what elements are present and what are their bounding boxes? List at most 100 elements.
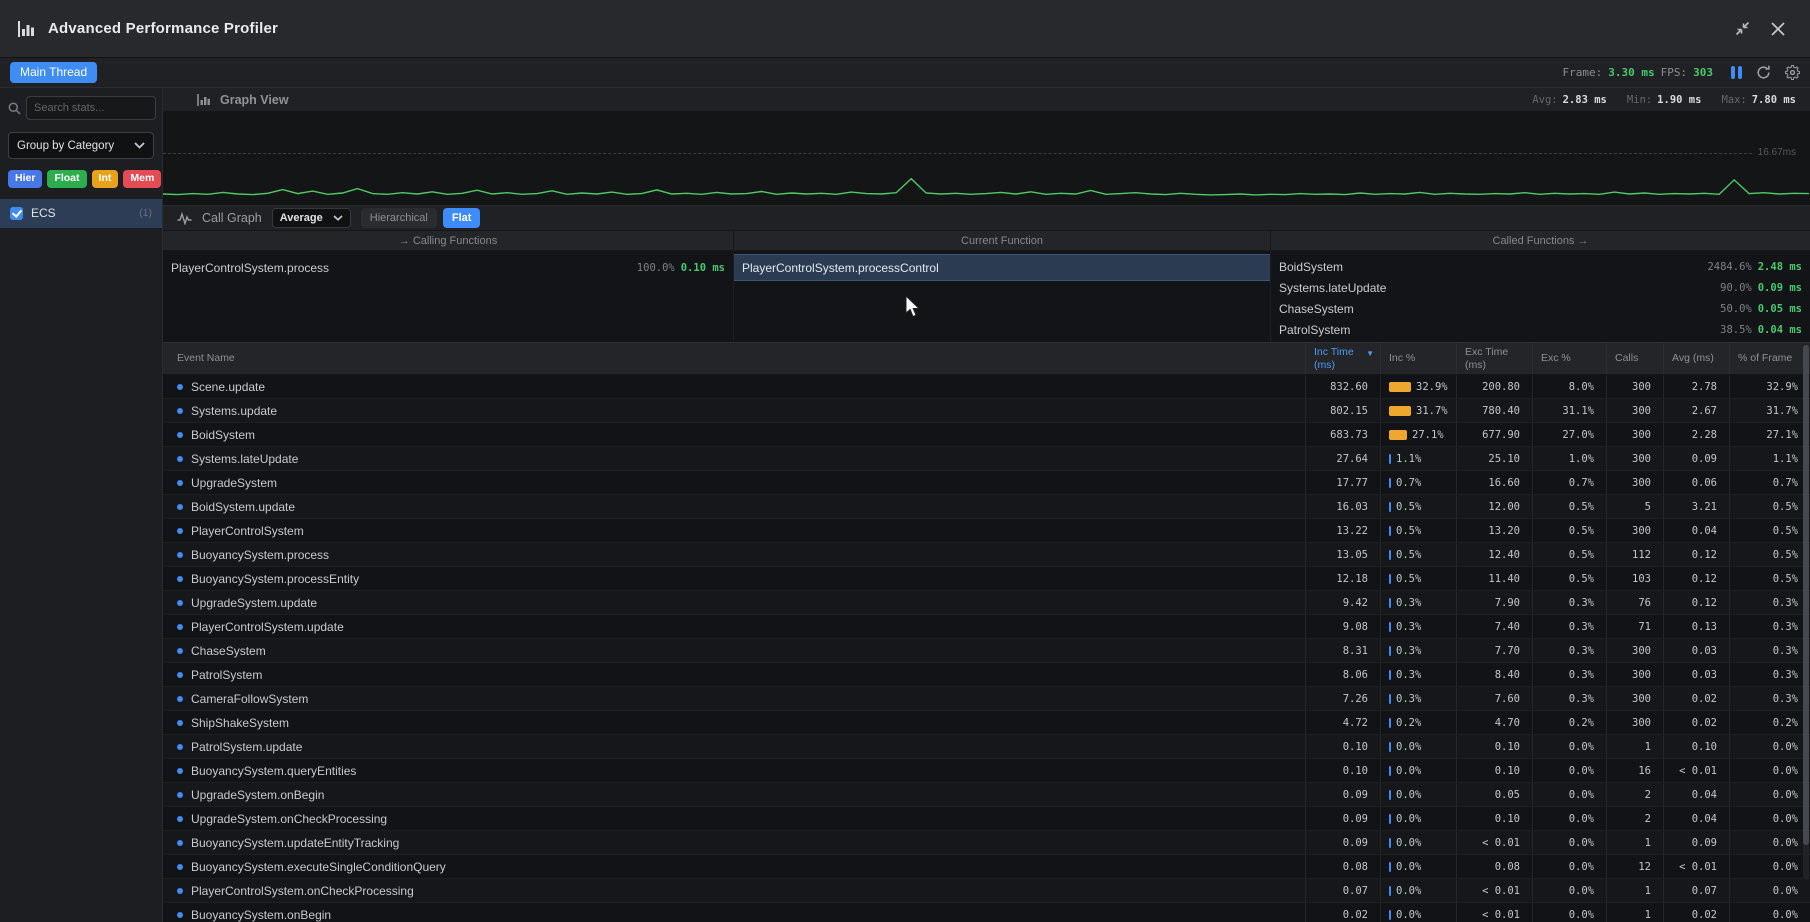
table-row[interactable]: UpgradeSystem.onBegin0.090.0%0.050.0%20.… — [163, 783, 1810, 807]
calling-function-row[interactable]: PlayerControlSystem.process 100.0% 0.10 … — [163, 255, 733, 280]
event-bullet-icon — [177, 672, 183, 678]
flat-button[interactable]: Flat — [443, 208, 481, 228]
inc-pct-bar — [1389, 526, 1391, 536]
table-row[interactable]: BuoyancySystem.processEntity12.180.5%11.… — [163, 567, 1810, 591]
table-row[interactable]: PatrolSystem.update0.100.0%0.100.0%10.10… — [163, 735, 1810, 759]
table-row[interactable]: BuoyancySystem.queryEntities0.100.0%0.10… — [163, 759, 1810, 783]
bar-chart-icon — [18, 20, 36, 38]
table-row[interactable]: PlayerControlSystem.onCheckProcessing0.0… — [163, 879, 1810, 903]
table-row[interactable]: ChaseSystem8.310.3%7.700.3%3000.030.3% — [163, 639, 1810, 663]
filter-chip-float[interactable]: Float — [47, 170, 86, 188]
sidebar-item-ecs[interactable]: ECS (1) — [0, 199, 162, 228]
group-by-select[interactable]: Group by Category — [8, 132, 154, 159]
inc-pct-bar — [1389, 502, 1391, 512]
thread-toolbar: Main Thread Frame: 3.30 ms FPS: 303 — [0, 58, 1810, 88]
current-function-row[interactable]: PlayerControlSystem.processControl — [734, 255, 1270, 280]
ecs-label: ECS — [31, 206, 131, 220]
page-title: Advanced Performance Profiler — [48, 20, 278, 37]
filter-chip-mem[interactable]: Mem — [123, 170, 161, 188]
search-input[interactable] — [26, 96, 156, 120]
calling-functions-list: PlayerControlSystem.process 100.0% 0.10 … — [163, 251, 733, 342]
event-bullet-icon — [177, 528, 183, 534]
event-bullet-icon — [177, 576, 183, 582]
table-row[interactable]: BuoyancySystem.process13.050.5%12.400.5%… — [163, 543, 1810, 567]
collapse-window-icon[interactable] — [1728, 15, 1756, 43]
called-function-row[interactable]: Systems.lateUpdate90.0%0.09 ms — [1271, 278, 1810, 297]
scrollbar-thumb[interactable] — [1803, 345, 1809, 845]
column-header-avg[interactable]: Avg (ms) — [1664, 343, 1730, 374]
table-row[interactable]: UpgradeSystem.onCheckProcessing0.090.0%0… — [163, 807, 1810, 831]
table-row[interactable]: UpgradeSystem.update9.420.3%7.900.3%760.… — [163, 591, 1810, 615]
table-row[interactable]: PlayerControlSystem13.220.5%13.200.5%300… — [163, 519, 1810, 543]
event-bullet-icon — [177, 696, 183, 702]
event-bullet-icon — [177, 816, 183, 822]
chevron-down-icon — [333, 215, 343, 221]
event-bullet-icon — [177, 888, 183, 894]
calling-function-pct: 100.0% — [637, 262, 675, 274]
profiler-window: Advanced Performance Profiler Main Threa… — [0, 0, 1810, 922]
graph-stat: Avg:2.83 ms — [1532, 94, 1607, 106]
event-bullet-icon — [177, 864, 183, 870]
fps-value: 303 — [1693, 66, 1713, 79]
table-row[interactable]: Systems.update802.1531.7%780.4031.1%3002… — [163, 399, 1810, 423]
column-header-inc-pct[interactable]: Inc % — [1381, 343, 1457, 374]
filter-chip-hier[interactable]: Hier — [8, 170, 42, 188]
table-row[interactable]: BuoyancySystem.updateEntityTracking0.090… — [163, 831, 1810, 855]
inc-pct-bar — [1389, 814, 1391, 824]
column-header-event-name[interactable]: Event Name — [163, 343, 1306, 374]
current-function-header: Current Function — [733, 231, 1270, 251]
table-row[interactable]: ShipShakeSystem4.720.2%4.700.2%3000.020.… — [163, 711, 1810, 735]
inc-pct-bar — [1389, 598, 1391, 608]
table-row[interactable]: Scene.update832.6032.9%200.808.0%3002.78… — [163, 375, 1810, 399]
group-by-value: Group by Category — [17, 140, 114, 152]
event-bullet-icon — [177, 720, 183, 726]
inc-pct-bar — [1389, 742, 1391, 752]
event-bullet-icon — [177, 600, 183, 606]
table-body: Scene.update832.6032.9%200.808.0%3002.78… — [163, 375, 1810, 922]
fps-label: FPS: — [1661, 66, 1688, 79]
calling-function-time: 0.10 ms — [681, 262, 725, 274]
column-header-calls[interactable]: Calls — [1607, 343, 1664, 374]
column-header-frame-pct[interactable]: % of Frame — [1730, 343, 1810, 374]
table-row[interactable]: PatrolSystem8.060.3%8.400.3%3000.030.3% — [163, 663, 1810, 687]
column-header-exc-time[interactable]: Exc Time (ms) — [1457, 343, 1533, 374]
mode-value: Average — [280, 212, 323, 224]
table-row[interactable]: BoidSystem683.7327.1%677.9027.0%3002.282… — [163, 423, 1810, 447]
gear-icon[interactable] — [1785, 65, 1800, 80]
call-graph-mode-select[interactable]: Average — [272, 208, 351, 228]
inc-pct-bar — [1389, 862, 1391, 872]
called-function-row[interactable]: BoidSystem2484.6%2.48 ms — [1271, 257, 1810, 276]
event-bullet-icon — [177, 768, 183, 774]
inc-pct-bar — [1389, 694, 1391, 704]
table-row[interactable]: PlayerControlSystem.update9.080.3%7.400.… — [163, 615, 1810, 639]
vertical-scrollbar[interactable] — [1803, 345, 1809, 880]
called-functions-list: BoidSystem2484.6%2.48 ms Systems.lateUpda… — [1270, 251, 1810, 342]
frame-value: 3.30 ms — [1608, 66, 1654, 79]
event-bullet-icon — [177, 648, 183, 654]
column-header-inc-time[interactable]: Inc Time (ms) ▼ — [1306, 343, 1381, 374]
column-header-exc-pct[interactable]: Exc % — [1533, 343, 1607, 374]
called-function-row[interactable]: ChaseSystem50.0%0.05 ms — [1271, 299, 1810, 318]
table-row[interactable]: Systems.lateUpdate27.641.1%25.101.0%3000… — [163, 447, 1810, 471]
pause-icon[interactable] — [1731, 66, 1742, 79]
main-thread-button[interactable]: Main Thread — [10, 62, 97, 83]
inc-pct-bar — [1389, 430, 1407, 440]
called-function-row[interactable]: PatrolSystem38.5%0.04 ms — [1271, 320, 1810, 339]
hierarchical-button[interactable]: Hierarchical — [361, 208, 437, 228]
event-bullet-icon — [177, 912, 183, 918]
table-row[interactable]: BuoyancySystem.onBegin0.020.0%< 0.010.0%… — [163, 903, 1810, 922]
table-row[interactable]: BoidSystem.update16.030.5%12.000.5%53.21… — [163, 495, 1810, 519]
event-bullet-icon — [177, 840, 183, 846]
refresh-icon[interactable] — [1756, 65, 1771, 80]
inc-pct-bar — [1389, 670, 1391, 680]
graph-stats: Avg:2.83 msMin:1.90 msMax:7.80 ms — [1532, 94, 1796, 106]
inc-pct-bar — [1389, 574, 1391, 584]
table-row[interactable]: CameraFollowSystem7.260.3%7.600.3%3000.0… — [163, 687, 1810, 711]
filter-chip-int[interactable]: Int — [92, 170, 119, 188]
frame-time-graph[interactable]: 16.67ms — [163, 112, 1810, 205]
table-row[interactable]: UpgradeSystem17.770.7%16.600.7%3000.060.… — [163, 471, 1810, 495]
ecs-checkbox[interactable] — [10, 207, 23, 220]
table-row[interactable]: BuoyancySystem.executeSingleConditionQue… — [163, 855, 1810, 879]
calling-functions-header: → Calling Functions — [163, 231, 733, 251]
close-icon[interactable] — [1764, 15, 1792, 43]
